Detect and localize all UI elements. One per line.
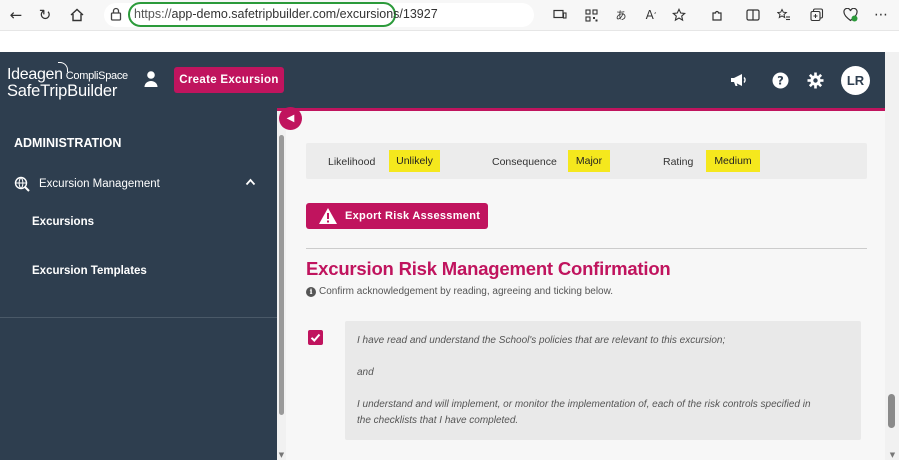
browser-essentials-heart-icon[interactable] <box>840 5 860 25</box>
sidebar-item-excursion-templates[interactable]: Excursion Templates <box>32 265 147 277</box>
scroll-down-arrow-icon[interactable]: ▼ <box>277 451 286 459</box>
sidebar-group-label: Excursion Management <box>39 178 160 190</box>
tab-action-icon[interactable] <box>550 5 570 25</box>
extensions-icon[interactable] <box>707 5 727 25</box>
back-arrow-icon[interactable]: ← <box>6 5 26 25</box>
page-title: Excursion Risk Management Confirmation <box>306 258 671 279</box>
consequence-label: Consequence <box>492 156 557 168</box>
qr-code-icon[interactable] <box>581 5 601 25</box>
sidebar-divider <box>0 317 277 318</box>
user-icon[interactable] <box>143 70 159 88</box>
confirmation-line: and <box>357 367 374 378</box>
rating-label: Rating <box>663 156 694 168</box>
translate-icon[interactable]: あ <box>611 5 631 25</box>
section-subtitle: i Confirm acknowledgement by reading, ag… <box>306 286 613 297</box>
confirmation-line: the checklists that I have completed. <box>357 415 519 426</box>
confirmation-line: I understand and will implement, or moni… <box>357 399 811 410</box>
likelihood-label: Likelihood <box>328 156 376 168</box>
reload-icon[interactable]: ↻ <box>35 5 55 25</box>
checkmark-icon <box>310 333 321 342</box>
favorites-list-icon[interactable] <box>774 5 794 25</box>
subtitle-text: Confirm acknowledgement by reading, agre… <box>319 286 614 297</box>
collections-icon[interactable] <box>807 5 827 25</box>
section-divider <box>306 248 867 249</box>
sidebar-item-excursions[interactable]: Excursions <box>32 216 94 228</box>
gear-icon[interactable] <box>805 70 825 90</box>
split-screen-icon[interactable] <box>743 5 763 25</box>
page-scrollbar-thumb[interactable] <box>888 394 895 428</box>
content-scrollbar-thumb[interactable] <box>279 135 284 415</box>
chevron-up-icon[interactable] <box>245 178 256 186</box>
confirmation-line: I have read and understand the School's … <box>357 335 726 346</box>
sidebar-heading: ADMINISTRATION <box>14 136 122 150</box>
favorite-star-icon[interactable] <box>669 5 689 25</box>
sidebar-group-excursion-management[interactable]: Excursion Management <box>14 175 264 193</box>
read-aloud-icon[interactable]: A ‘ <box>641 5 661 25</box>
more-menu-icon[interactable]: ⋯ <box>871 5 891 25</box>
consequence-badge: Major <box>568 150 610 172</box>
create-excursion-button[interactable]: Create Excursion <box>174 67 284 93</box>
home-icon[interactable] <box>67 5 87 25</box>
lock-icon <box>110 7 122 21</box>
page-scroll-down-arrow-icon[interactable]: ▼ <box>888 451 897 459</box>
svg-text:?: ? <box>777 73 784 87</box>
logo-product[interactable]: SafeTripBuilder <box>7 82 117 101</box>
help-icon[interactable]: ? <box>770 70 790 90</box>
rating-badge: Medium <box>706 150 760 172</box>
sidebar <box>0 108 277 460</box>
info-icon: i <box>306 286 316 297</box>
app-header <box>0 52 885 108</box>
likelihood-badge: Unlikely <box>389 150 440 172</box>
export-risk-assessment-button[interactable]: Export Risk Assessment <box>306 203 488 229</box>
collapse-sidebar-button[interactable]: ◀ <box>279 107 302 130</box>
url-text[interactable]: https://app-demo.safetripbuilder.com/exc… <box>134 7 438 21</box>
confirmation-checkbox[interactable] <box>308 330 323 345</box>
warning-icon <box>319 208 337 224</box>
avatar[interactable]: LR <box>841 66 870 95</box>
megaphone-icon[interactable] <box>728 70 748 90</box>
page-top-gap <box>0 30 899 52</box>
export-button-label: Export Risk Assessment <box>345 210 481 222</box>
globe-search-icon <box>14 176 30 192</box>
